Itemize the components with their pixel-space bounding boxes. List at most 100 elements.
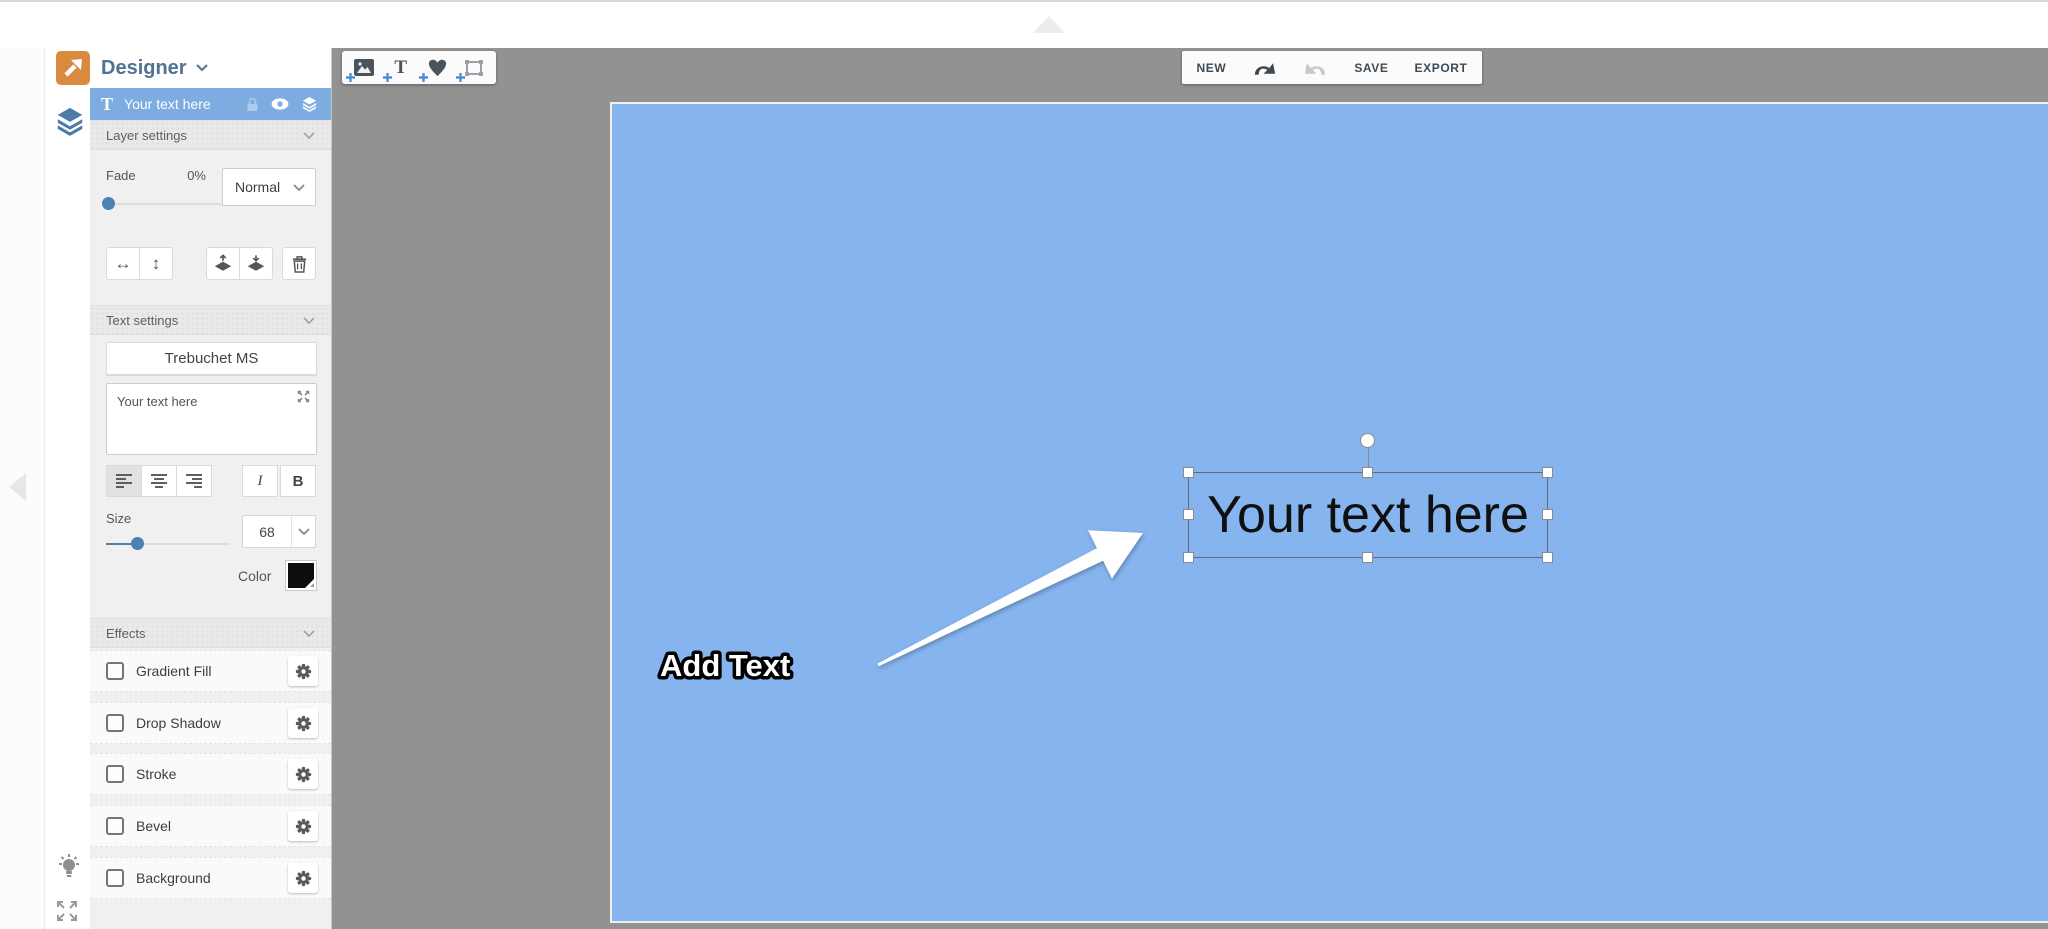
save-button[interactable]: SAVE [1354,61,1388,75]
size-slider-knob[interactable] [131,537,144,550]
effect-row-stroke: Stroke [90,753,331,795]
lock-icon[interactable] [246,97,259,112]
plus-icon [382,72,393,83]
layer-settings-title: Layer settings [106,128,187,143]
bold-button[interactable]: B [280,465,316,497]
add-image-button[interactable] [351,55,377,81]
app: Designer T Your text here [0,0,2048,929]
align-center-icon [150,473,168,489]
collapse-up-icon[interactable] [1033,16,1065,33]
resize-handle-top-right[interactable] [1542,467,1553,478]
fade-slider-track[interactable] [106,203,224,205]
resize-handle-middle-right[interactable] [1542,509,1553,520]
add-text-annotation: Add Text [652,638,862,699]
text-settings-header[interactable]: Text settings [90,305,331,335]
fade-value: 0% [174,168,206,183]
effect-row-gradient-fill: Gradient Fill [90,650,331,692]
align-left-button[interactable] [106,465,142,497]
layer-settings-header[interactable]: Layer settings [90,120,331,150]
logo-arrow-icon [61,56,85,80]
expand-icon[interactable] [297,390,310,403]
layers-panel-icon[interactable] [56,106,84,141]
app-title: Designer [101,57,187,80]
left-column [0,48,44,929]
rotation-handle[interactable] [1360,433,1375,448]
center-vertical-button[interactable]: ↕ [139,247,173,280]
selected-text-element[interactable]: Your text here [1188,472,1548,558]
background-settings-button[interactable] [288,863,318,893]
gear-icon [295,715,312,732]
resize-handle-bottom-right[interactable] [1542,552,1553,563]
tips-lightbulb-icon[interactable] [56,853,82,886]
add-shape-button[interactable] [461,55,487,81]
align-right-icon [185,473,203,489]
resize-handle-bottom-left[interactable] [1183,552,1194,563]
design-canvas[interactable]: Add Text Your text here [610,102,2048,923]
bevel-checkbox[interactable] [106,817,124,835]
resize-handle-bottom-middle[interactable] [1362,552,1373,563]
layer-stack-icon[interactable] [301,96,318,112]
resize-handle-top-middle[interactable] [1362,467,1373,478]
align-center-button[interactable] [141,465,177,497]
bevel-settings-button[interactable] [288,811,318,841]
undo-button[interactable] [1252,59,1277,77]
size-select[interactable]: 68 [242,515,316,548]
gradient-fill-settings-button[interactable] [288,656,318,686]
effect-label: Bevel [136,818,171,834]
size-label: Size [106,511,131,526]
stroke-checkbox[interactable] [106,765,124,783]
undo-icon [1252,59,1277,77]
add-text-button[interactable]: T [388,55,414,81]
insert-toolbar: T [342,51,496,84]
trash-icon [291,255,308,273]
gradient-fill-checkbox[interactable] [106,662,124,680]
resize-handle-middle-left[interactable] [1183,509,1194,520]
resize-handle-top-left[interactable] [1183,467,1194,478]
selected-layer-row[interactable]: T Your text here [90,88,331,120]
effect-row-drop-shadow: Drop Shadow [90,702,331,744]
drop-shadow-checkbox[interactable] [106,714,124,732]
app-logo[interactable] [56,51,90,85]
text-tool-icon: T [394,57,407,79]
color-swatch-fill [288,563,314,588]
text-layer-type-icon: T [101,94,113,115]
chevron-down-icon [298,528,310,535]
italic-button[interactable]: I [242,465,278,497]
blend-mode-select[interactable]: Normal [222,168,316,206]
visibility-eye-icon[interactable] [271,98,289,110]
new-button[interactable]: NEW [1197,61,1227,75]
bring-forward-button[interactable] [206,247,240,280]
chevron-down-icon [196,64,208,72]
chevron-down-icon [303,132,315,139]
chevron-down-icon [303,317,315,324]
fade-slider-knob[interactable] [102,197,115,210]
redo-button[interactable] [1303,59,1328,77]
canvas-text[interactable]: Your text here [1189,473,1547,557]
font-family-button[interactable]: Trebuchet MS [106,342,317,375]
size-value: 68 [243,524,291,540]
add-graphic-button[interactable] [424,55,450,81]
effect-row-background: Background [90,857,331,899]
effects-header[interactable]: Effects [90,618,331,648]
plus-icon [455,72,466,83]
collapse-left-icon[interactable] [9,473,26,501]
effect-label: Drop Shadow [136,715,221,731]
background-checkbox[interactable] [106,869,124,887]
designer-header[interactable]: Designer [90,48,331,88]
center-horizontal-button[interactable]: ↔ [106,247,140,280]
fullscreen-icon[interactable] [56,900,78,927]
top-strip [0,0,2048,48]
delete-layer-button[interactable] [282,247,316,280]
stroke-settings-button[interactable] [288,759,318,789]
gear-icon [295,663,312,680]
text-content-input[interactable]: Your text here [106,383,317,455]
color-swatch[interactable] [285,560,317,591]
color-label: Color [238,568,271,584]
export-button[interactable]: EXPORT [1415,61,1468,75]
layer-label: Your text here [124,96,211,112]
drop-shadow-settings-button[interactable] [288,708,318,738]
send-backward-button[interactable] [239,247,273,280]
effect-label: Background [136,870,211,886]
plus-icon [418,72,429,83]
align-right-button[interactable] [176,465,212,497]
